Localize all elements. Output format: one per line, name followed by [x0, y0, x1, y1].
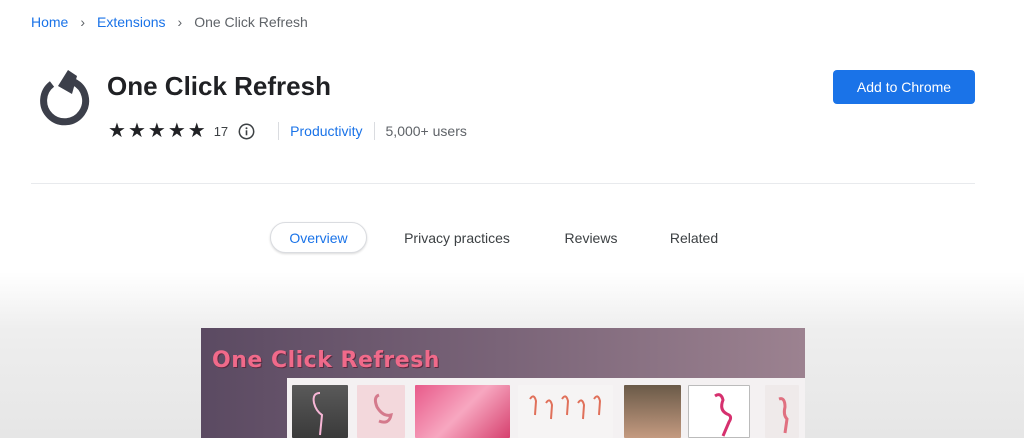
thumbnail-image	[765, 385, 799, 438]
tab-privacy-practices[interactable]: Privacy practices	[393, 222, 521, 253]
thumbnail-image	[688, 385, 750, 438]
extension-meta: ★ ★ ★ ★ ★ 17 Productivity 5,000+ users	[108, 120, 467, 142]
breadcrumb-home[interactable]: Home	[31, 14, 68, 30]
star-icon: ★	[108, 120, 126, 142]
thumbnail-image	[357, 385, 405, 438]
tab-overview[interactable]: Overview	[270, 222, 367, 253]
breadcrumb-current: One Click Refresh	[194, 14, 308, 30]
meta-divider	[278, 122, 280, 140]
breadcrumb-extensions[interactable]: Extensions	[97, 14, 165, 30]
star-icon: ★	[187, 120, 206, 142]
breadcrumb: Home › Extensions › One Click Refresh	[31, 14, 308, 30]
category-link[interactable]: Productivity	[290, 123, 362, 139]
thumbnail-image	[415, 385, 510, 438]
header-divider	[31, 183, 975, 184]
chevron-right-icon: ›	[177, 14, 183, 30]
star-icon: ★	[167, 120, 186, 142]
extension-title: One Click Refresh	[107, 71, 331, 101]
screenshot-image-strip	[287, 378, 805, 438]
thumbnail-image	[518, 385, 613, 438]
star-icon: ★	[127, 120, 146, 142]
user-count: 5,000+ users	[385, 123, 467, 139]
chevron-right-icon: ›	[80, 14, 86, 30]
gallery-screenshot[interactable]: One Click Refresh	[201, 328, 805, 438]
refresh-icon	[30, 66, 90, 130]
screenshot-title: One Click Refresh	[212, 348, 440, 373]
detail-tabs: Overview Privacy practices Reviews Relat…	[0, 222, 1024, 254]
rating-stars[interactable]: ★ ★ ★ ★ ★	[108, 121, 206, 141]
info-icon[interactable]	[238, 123, 255, 140]
rating-count[interactable]: 17	[214, 124, 228, 139]
tab-reviews[interactable]: Reviews	[556, 222, 626, 253]
star-icon: ★	[147, 120, 166, 142]
add-to-chrome-button[interactable]: Add to Chrome	[833, 70, 975, 104]
thumbnail-image	[292, 385, 348, 438]
tab-related[interactable]: Related	[660, 222, 728, 253]
meta-divider	[373, 122, 375, 140]
thumbnail-image	[624, 385, 681, 438]
